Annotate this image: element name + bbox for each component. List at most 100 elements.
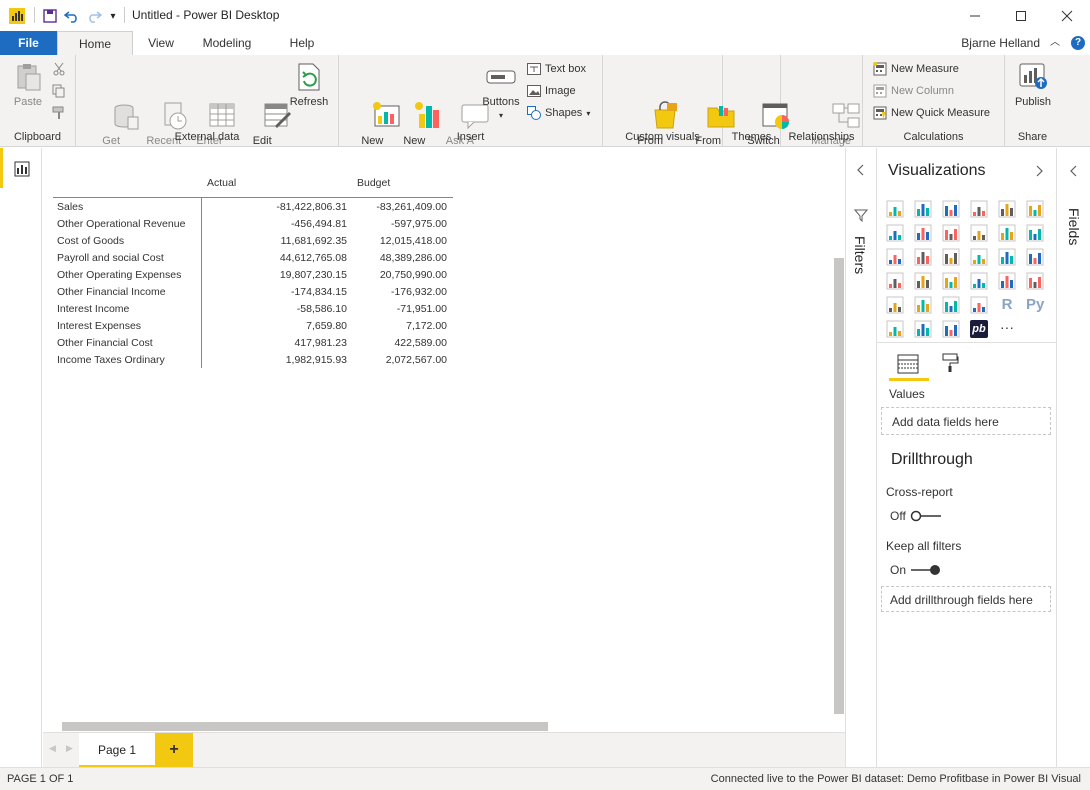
buttons-button[interactable]: Buttons ▾ — [479, 61, 523, 122]
expand-filters-chevron-icon[interactable] — [856, 164, 864, 179]
collapse-ribbon-icon[interactable]: ︿ — [1048, 31, 1062, 55]
list-icon[interactable] — [942, 320, 960, 338]
filled-map-icon[interactable] — [886, 272, 904, 290]
matrix-row[interactable]: Interest Income -58,586.10 -71,951.00 — [53, 301, 453, 318]
report-view-icon[interactable] — [14, 161, 30, 180]
matrix-row[interactable]: Other Financial Cost 417,981.23 422,589.00 — [53, 335, 453, 352]
undo-icon[interactable] — [63, 7, 81, 25]
maximize-button[interactable] — [998, 0, 1044, 31]
fields-well-icon[interactable] — [897, 354, 919, 377]
tab-home[interactable]: Home — [57, 31, 133, 55]
tab-view[interactable]: View — [140, 31, 182, 55]
filters-pane-collapsed[interactable]: Filters — [845, 148, 876, 767]
matrix-column-header-budget[interactable]: Budget — [357, 177, 390, 189]
matrix-row[interactable]: Other Operating Expenses 19,807,230.15 20,… — [53, 267, 453, 284]
customize-quick-access-icon[interactable]: ▾ — [106, 7, 120, 25]
matrix-row[interactable]: Sales -81,422,806.31 -83,261,409.00 — [53, 199, 453, 216]
scatter-icon[interactable] — [914, 248, 932, 266]
r-visual-icon[interactable]: R — [998, 296, 1016, 314]
image-button[interactable]: Image — [527, 82, 576, 100]
donut-icon[interactable] — [970, 248, 988, 266]
next-page-icon[interactable]: ▶ — [66, 743, 73, 754]
filters-label[interactable]: Filters — [852, 236, 868, 274]
canvas-vertical-scrollbar[interactable] — [834, 258, 844, 714]
funnel-icon[interactable] — [942, 272, 960, 290]
fields-pane-collapsed[interactable]: Fields — [1056, 148, 1090, 767]
map-icon[interactable] — [1026, 248, 1044, 266]
key-influencers-icon[interactable] — [886, 320, 904, 338]
minimize-button[interactable] — [952, 0, 998, 31]
expand-fields-chevron-icon[interactable] — [1069, 165, 1077, 180]
arcgis-map-icon[interactable] — [914, 320, 932, 338]
new-column-button[interactable]: New Column — [873, 82, 954, 100]
shapes-button[interactable]: Shapes ▾ — [527, 104, 590, 122]
table-visual-icon[interactable] — [942, 296, 960, 314]
canvas-horizontal-scrollbar[interactable] — [62, 722, 548, 731]
matrix-row[interactable]: Cost of Goods 11,681,692.35 12,015,418.00 — [53, 233, 453, 250]
waterfall-icon[interactable] — [886, 248, 904, 266]
multi-row-card-icon[interactable] — [1026, 272, 1044, 290]
area-chart-icon[interactable] — [914, 224, 932, 242]
drillthrough-drop-zone[interactable]: Add drillthrough fields here — [881, 586, 1051, 612]
matrix-row[interactable]: Other Operational Revenue -456,494.81 -597… — [53, 216, 453, 233]
python-visual-icon[interactable]: Py — [1026, 296, 1044, 314]
matrix-row[interactable]: Payroll and social Cost 44,612,765.08 48,3… — [53, 250, 453, 267]
text-box-icon — [527, 62, 541, 76]
pie-icon[interactable] — [942, 248, 960, 266]
100-percent-bar-icon[interactable] — [998, 200, 1016, 218]
cut-icon[interactable] — [52, 62, 66, 79]
matrix-column-header-actual[interactable]: Actual — [207, 177, 236, 189]
shape-map-icon[interactable] — [914, 272, 932, 290]
user-name[interactable]: Bjarne Helland — [940, 31, 1040, 55]
fields-label[interactable]: Fields — [1066, 208, 1082, 245]
text-box-button[interactable]: Text box — [527, 60, 586, 78]
close-button[interactable] — [1044, 0, 1090, 31]
new-quick-measure-button[interactable]: New Quick Measure — [873, 104, 990, 122]
matrix-row[interactable]: Other Financial Income -174,834.15 -176,93… — [53, 284, 453, 301]
stacked-bar-icon[interactable] — [886, 200, 904, 218]
values-drop-zone[interactable]: Add data fields here — [881, 407, 1051, 435]
100-percent-column-icon[interactable] — [1026, 200, 1044, 218]
publish-button[interactable]: Publish — [1011, 61, 1055, 109]
stacked-area-icon[interactable] — [942, 224, 960, 242]
slicer-icon[interactable] — [914, 296, 932, 314]
help-icon[interactable]: ? — [1071, 36, 1085, 50]
copy-icon[interactable] — [52, 84, 66, 101]
line-clustered-column-icon[interactable] — [998, 224, 1016, 242]
card-icon[interactable] — [998, 272, 1016, 290]
stacked-column-icon[interactable] — [914, 200, 932, 218]
treemap-icon[interactable] — [998, 248, 1016, 266]
new-measure-button[interactable]: New Measure — [873, 60, 959, 78]
table-icon — [182, 87, 235, 127]
tab-file[interactable]: File — [0, 31, 57, 55]
collapse-viz-chevron-icon[interactable] — [1036, 165, 1044, 180]
clustered-column-icon[interactable] — [970, 200, 988, 218]
ribbon-chart-icon[interactable] — [1026, 224, 1044, 242]
clustered-bar-icon[interactable] — [942, 200, 960, 218]
cross-report-toggle[interactable] — [910, 510, 941, 522]
matrix-row[interactable]: Income Taxes Ordinary 1,982,915.93 2,072,5… — [53, 352, 453, 369]
themes-group-label: Themes — [731, 131, 772, 143]
kpi-icon[interactable] — [886, 296, 904, 314]
more-visuals-icon[interactable]: ··· — [998, 320, 1016, 338]
format-painter-icon[interactable] — [52, 106, 66, 123]
matrix-row[interactable]: Interest Expenses 7,659.80 7,172.00 — [53, 318, 453, 335]
page-tab-page1[interactable]: Page 1 — [79, 733, 155, 768]
line-chart-icon[interactable] — [886, 224, 904, 242]
tab-modeling[interactable]: Modeling — [192, 31, 262, 55]
paste-button[interactable]: Paste — [8, 61, 48, 109]
refresh-button[interactable]: Refresh — [286, 61, 332, 109]
matrix-row-label: Interest Expenses — [57, 320, 142, 332]
redo-icon[interactable] — [85, 7, 103, 25]
keep-all-filters-toggle[interactable] — [910, 564, 940, 576]
tab-help[interactable]: Help — [280, 31, 324, 55]
prev-page-icon[interactable]: ◀ — [49, 743, 56, 754]
profitbase-icon[interactable]: pb — [970, 320, 988, 338]
matrix-visual-icon[interactable] — [970, 296, 988, 314]
add-page-button[interactable]: + — [155, 733, 193, 768]
line-column-icon[interactable] — [970, 224, 988, 242]
gauge-icon[interactable] — [970, 272, 988, 290]
matrix-cell-actual: -58,586.10 — [296, 303, 347, 315]
save-icon[interactable] — [41, 7, 59, 25]
format-paint-roller-icon[interactable] — [941, 353, 959, 376]
